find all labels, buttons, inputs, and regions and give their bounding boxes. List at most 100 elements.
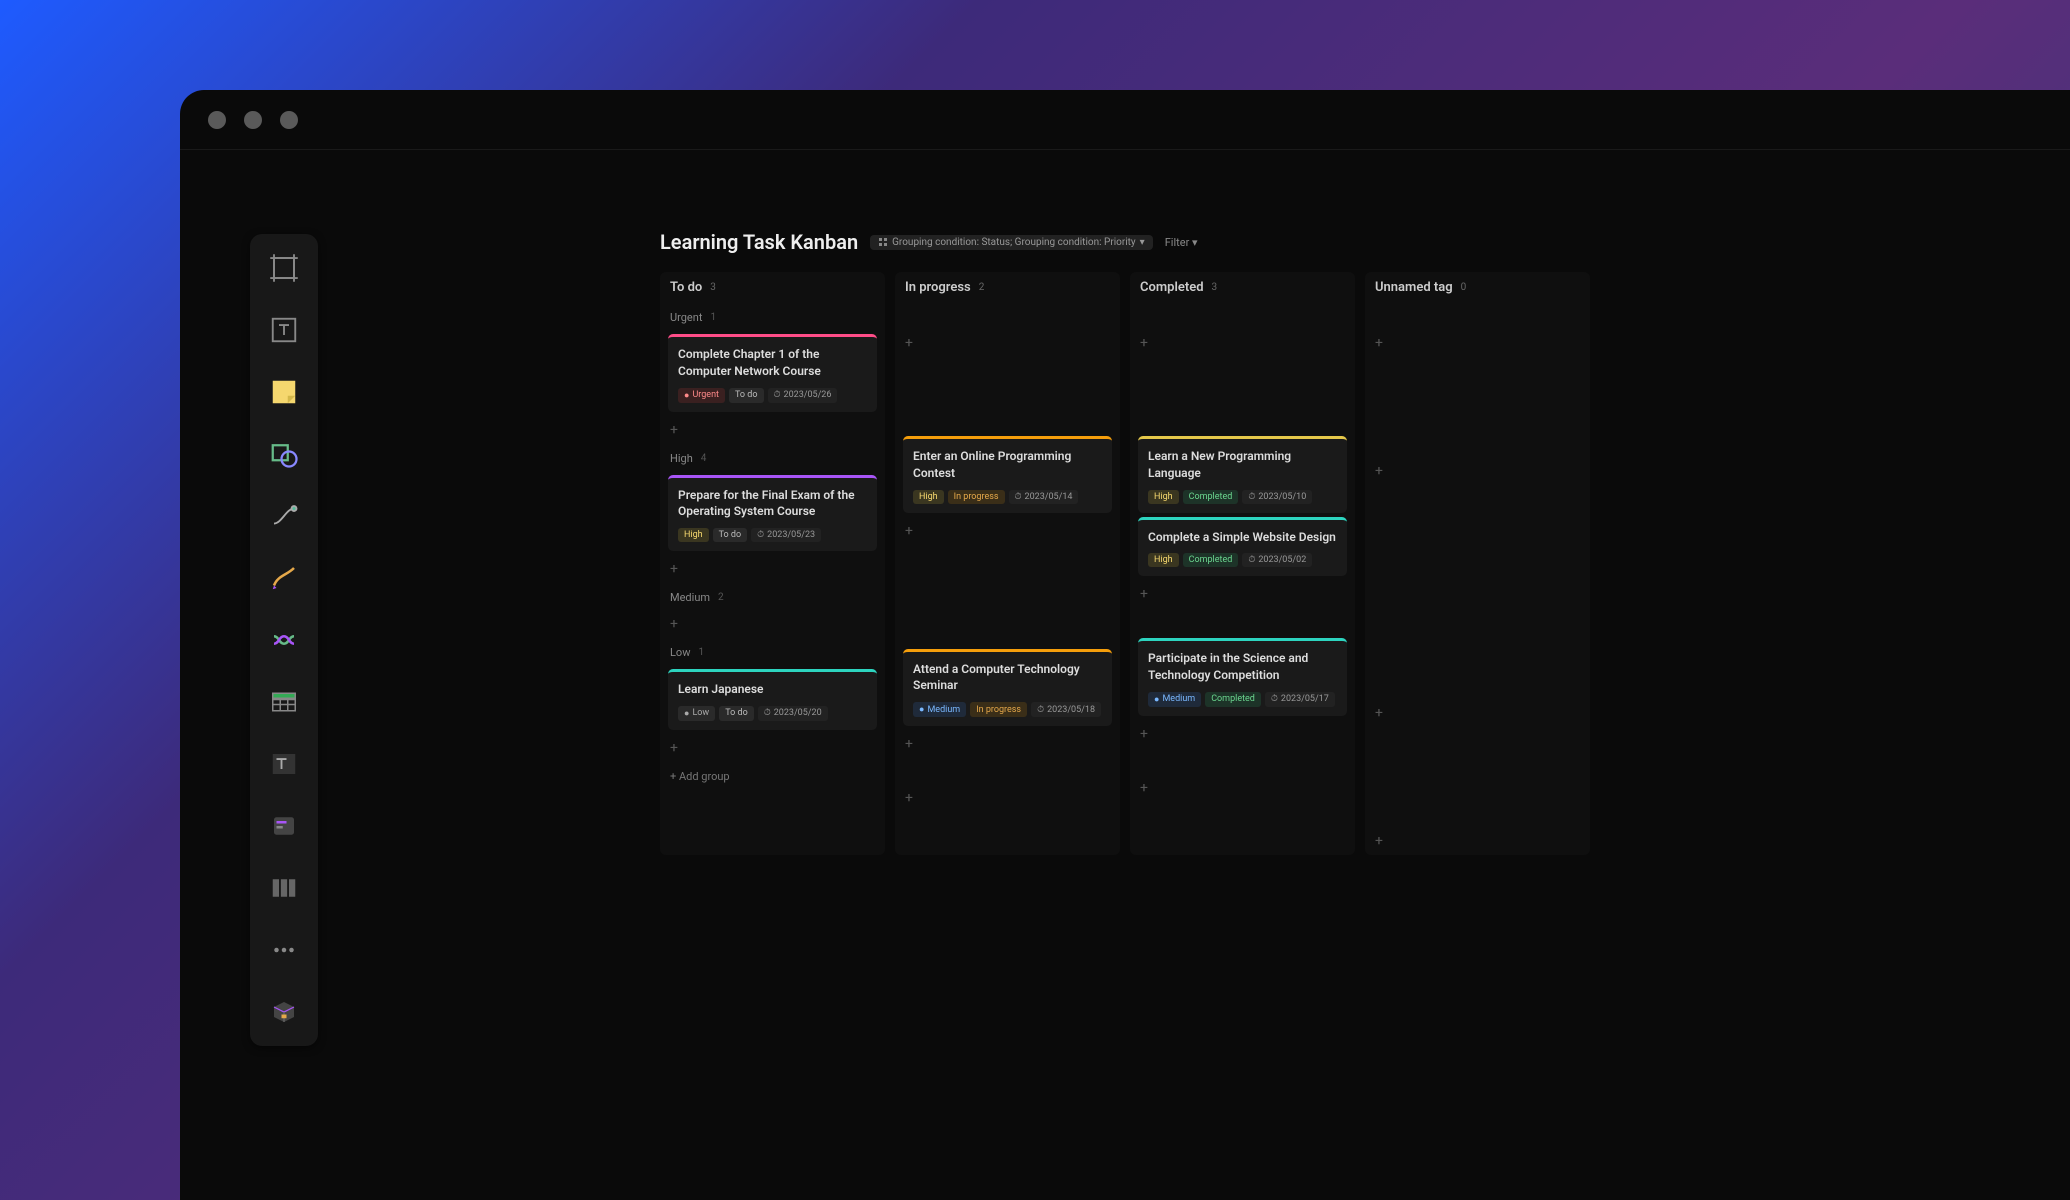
group-high: High 4 — [660, 444, 885, 471]
add-card-button[interactable]: + — [895, 784, 1120, 812]
close-window-dot[interactable] — [208, 111, 226, 129]
window-titlebar — [180, 90, 2070, 150]
kanban-card[interactable]: Prepare for the Final Exam of the Operat… — [668, 475, 877, 552]
add-card-button[interactable]: + — [660, 416, 885, 444]
card-title: Learn Japanese — [678, 681, 867, 698]
date-tag: ⏱ 2023/05/23 — [751, 528, 821, 542]
add-card-button[interactable]: + — [1365, 329, 1590, 357]
column-completed: Completed 3 + Learn a New Programming La… — [1130, 272, 1355, 855]
column-unnamed: Unnamed tag 0 + + + + — [1365, 272, 1590, 855]
kanban-board: Learning Task Kanban Grouping condition:… — [660, 230, 1590, 855]
add-card-button[interactable]: + — [895, 517, 1120, 545]
group-medium: Medium 2 — [660, 583, 885, 610]
brush-tool-icon[interactable] — [264, 558, 304, 598]
card-title: Complete Chapter 1 of the Computer Netwo… — [678, 346, 867, 380]
priority-tag: High — [678, 528, 709, 542]
priority-tag: High — [913, 490, 944, 504]
card-tags: High Completed ⏱ 2023/05/02 — [1148, 553, 1337, 567]
clock-icon: ⏱ — [757, 530, 764, 540]
add-card-button[interactable]: + — [660, 555, 885, 583]
swap-tool-icon[interactable] — [264, 620, 304, 660]
card-tags: High To do ⏱ 2023/05/23 — [678, 528, 867, 542]
filter-button[interactable]: Filter ▾ — [1165, 236, 1198, 249]
kanban-card[interactable]: Learn Japanese ● Low To do ⏱ 2023/05/20 — [668, 669, 877, 730]
box-tool-icon[interactable] — [264, 992, 304, 1032]
status-tag: To do — [729, 388, 764, 403]
add-card-button[interactable]: + — [1130, 720, 1355, 748]
status-tag: To do — [719, 706, 754, 721]
kanban-card[interactable]: Participate in the Science and Technolog… — [1138, 638, 1347, 716]
column-header[interactable]: Unnamed tag 0 — [1365, 272, 1590, 303]
kanban-card[interactable]: Attend a Computer Technology Seminar ● M… — [903, 649, 1112, 727]
kanban-card[interactable]: Complete a Simple Website Design High Co… — [1138, 517, 1347, 577]
frame-tool-icon[interactable] — [264, 248, 304, 288]
add-card-button[interactable]: + — [660, 734, 885, 762]
add-card-button[interactable]: + — [1130, 329, 1355, 357]
status-tag: Completed — [1205, 692, 1261, 707]
minimize-window-dot[interactable] — [244, 111, 262, 129]
add-card-button[interactable]: + — [895, 329, 1120, 357]
card-tags: ● Urgent To do ⏱ 2023/05/26 — [678, 388, 867, 403]
grouping-icon — [878, 237, 888, 247]
add-card-button[interactable]: + — [1130, 774, 1355, 802]
card-tags: High Completed ⏱ 2023/05/10 — [1148, 490, 1337, 504]
add-card-button[interactable]: + — [1365, 827, 1590, 855]
chevron-down-icon: ▾ — [1140, 237, 1145, 248]
kanban-card[interactable]: Learn a New Programming Language High Co… — [1138, 436, 1347, 513]
kanban-card[interactable]: Enter an Online Programming Contest High… — [903, 436, 1112, 513]
grouping-label: Grouping condition: Status; Grouping con… — [892, 237, 1136, 248]
priority-tag: High — [1148, 490, 1179, 504]
card-tool-icon[interactable] — [264, 806, 304, 846]
status-tag: Completed — [1183, 490, 1239, 504]
status-tag: In progress — [948, 490, 1005, 504]
clock-icon: ⏱ — [1248, 492, 1255, 502]
maximize-window-dot[interactable] — [280, 111, 298, 129]
group-low: Low 1 — [660, 638, 885, 665]
text-block-tool-icon[interactable] — [264, 744, 304, 784]
status-tag: In progress — [970, 702, 1027, 717]
priority-tag: ● Medium — [1148, 692, 1201, 707]
clock-icon: ⏱ — [1015, 492, 1022, 502]
connector-tool-icon[interactable] — [264, 496, 304, 536]
card-tags: ● Medium Completed ⏱ 2023/05/17 — [1148, 692, 1337, 707]
add-group-button[interactable]: + Add group — [660, 762, 885, 791]
content-area: Learning Task Kanban Grouping condition:… — [180, 150, 2070, 855]
date-tag: ⏱ 2023/05/14 — [1009, 490, 1079, 504]
card-tags: High In progress ⏱ 2023/05/14 — [913, 490, 1102, 504]
add-card-button[interactable]: + — [1365, 457, 1590, 485]
date-tag: ⏱ 2023/05/10 — [1242, 490, 1312, 504]
group-urgent: Urgent 1 — [660, 303, 885, 330]
columns-tool-icon[interactable] — [264, 868, 304, 908]
priority-tag: High — [1148, 553, 1179, 567]
clock-icon: ⏱ — [774, 390, 781, 400]
shape-tool-icon[interactable] — [264, 434, 304, 474]
status-tag: Completed — [1183, 553, 1239, 567]
sticky-note-tool-icon[interactable] — [264, 372, 304, 412]
add-card-button[interactable]: + — [1365, 699, 1590, 727]
table-tool-icon[interactable] — [264, 682, 304, 722]
column-header[interactable]: Completed 3 — [1130, 272, 1355, 303]
status-tag: To do — [713, 528, 748, 542]
kanban-card[interactable]: Complete Chapter 1 of the Computer Netwo… — [668, 334, 877, 412]
priority-tag: ● Low — [678, 706, 715, 721]
add-card-button[interactable]: + — [660, 610, 885, 638]
more-tool-icon[interactable] — [264, 930, 304, 970]
column-header[interactable]: To do 3 — [660, 272, 885, 303]
side-toolbar — [250, 234, 318, 1046]
column-todo: To do 3 Urgent 1 Complete Chapter 1 of t… — [660, 272, 885, 855]
date-tag: ⏱ 2023/05/02 — [1242, 553, 1312, 567]
date-tag: ⏱ 2023/05/20 — [758, 706, 828, 721]
add-card-button[interactable]: + — [1130, 580, 1355, 608]
card-tags: ● Low To do ⏱ 2023/05/20 — [678, 706, 867, 721]
clock-icon: ⏱ — [1271, 694, 1278, 704]
priority-tag: ● Medium — [913, 702, 966, 717]
column-header[interactable]: In progress 2 — [895, 272, 1120, 303]
card-title: Enter an Online Programming Contest — [913, 448, 1102, 482]
card-title: Attend a Computer Technology Seminar — [913, 661, 1102, 695]
text-tool-icon[interactable] — [264, 310, 304, 350]
priority-tag: ● Urgent — [678, 388, 725, 403]
grouping-chip[interactable]: Grouping condition: Status; Grouping con… — [870, 235, 1153, 250]
kanban-header: Learning Task Kanban Grouping condition:… — [660, 230, 1590, 254]
add-card-button[interactable]: + — [895, 730, 1120, 758]
kanban-columns: To do 3 Urgent 1 Complete Chapter 1 of t… — [660, 272, 1590, 855]
